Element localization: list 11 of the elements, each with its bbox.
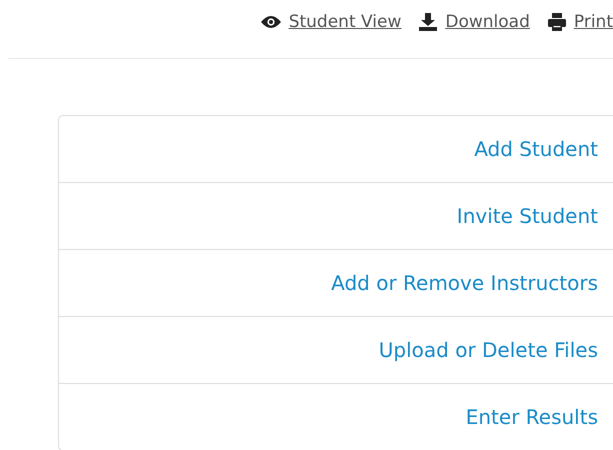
action-link[interactable]: Add Student (474, 137, 598, 161)
student-view-link[interactable]: Student View (260, 12, 402, 32)
action-link[interactable]: Enter Results (466, 405, 598, 429)
action-link[interactable]: Add or Remove Instructors (331, 271, 598, 295)
print-link[interactable]: Print (548, 12, 613, 32)
action-link[interactable]: Invite Student (456, 204, 598, 228)
download-icon (419, 13, 438, 31)
printer-icon (548, 13, 566, 31)
eye-icon (260, 15, 281, 29)
download-link[interactable]: Download (419, 12, 530, 32)
action-link[interactable]: Upload or Delete Files (378, 338, 598, 362)
